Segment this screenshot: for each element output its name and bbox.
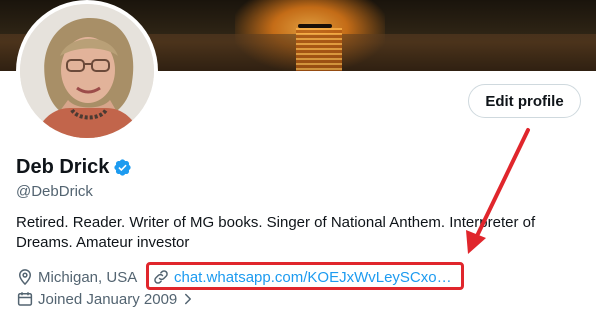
banner-reflection bbox=[296, 28, 342, 71]
avatar[interactable] bbox=[20, 4, 154, 138]
calendar-icon bbox=[16, 290, 34, 308]
location-item: Michigan, USA bbox=[16, 268, 137, 286]
joined-text: Joined January 2009 bbox=[38, 290, 178, 308]
verified-badge-icon[interactable] bbox=[113, 158, 132, 177]
location-pin-icon bbox=[16, 268, 34, 286]
user-handle: @DebDrick bbox=[16, 183, 93, 200]
banner-boat bbox=[298, 24, 332, 28]
link-icon bbox=[152, 268, 170, 286]
profile-header: Edit profile Deb Drick @DebDrick Retired… bbox=[0, 0, 596, 316]
avatar-portrait bbox=[20, 4, 154, 138]
display-name: Deb Drick bbox=[16, 156, 110, 178]
joined-item: Joined January 2009 bbox=[16, 290, 201, 308]
avatar-ring bbox=[16, 0, 158, 142]
location-text: Michigan, USA bbox=[38, 268, 138, 286]
profile-link[interactable]: chat.whatsapp.com/KOEJxWvLeySCxo… bbox=[152, 268, 452, 286]
profile-bio: Retired. Reader. Writer of MG books. Sin… bbox=[16, 214, 536, 251]
profile-link-text[interactable]: chat.whatsapp.com/KOEJxWvLeySCxo… bbox=[174, 269, 452, 286]
name-row: Deb Drick bbox=[16, 156, 132, 179]
edit-profile-button[interactable]: Edit profile bbox=[468, 84, 581, 118]
chevron-right-icon[interactable] bbox=[179, 290, 197, 308]
